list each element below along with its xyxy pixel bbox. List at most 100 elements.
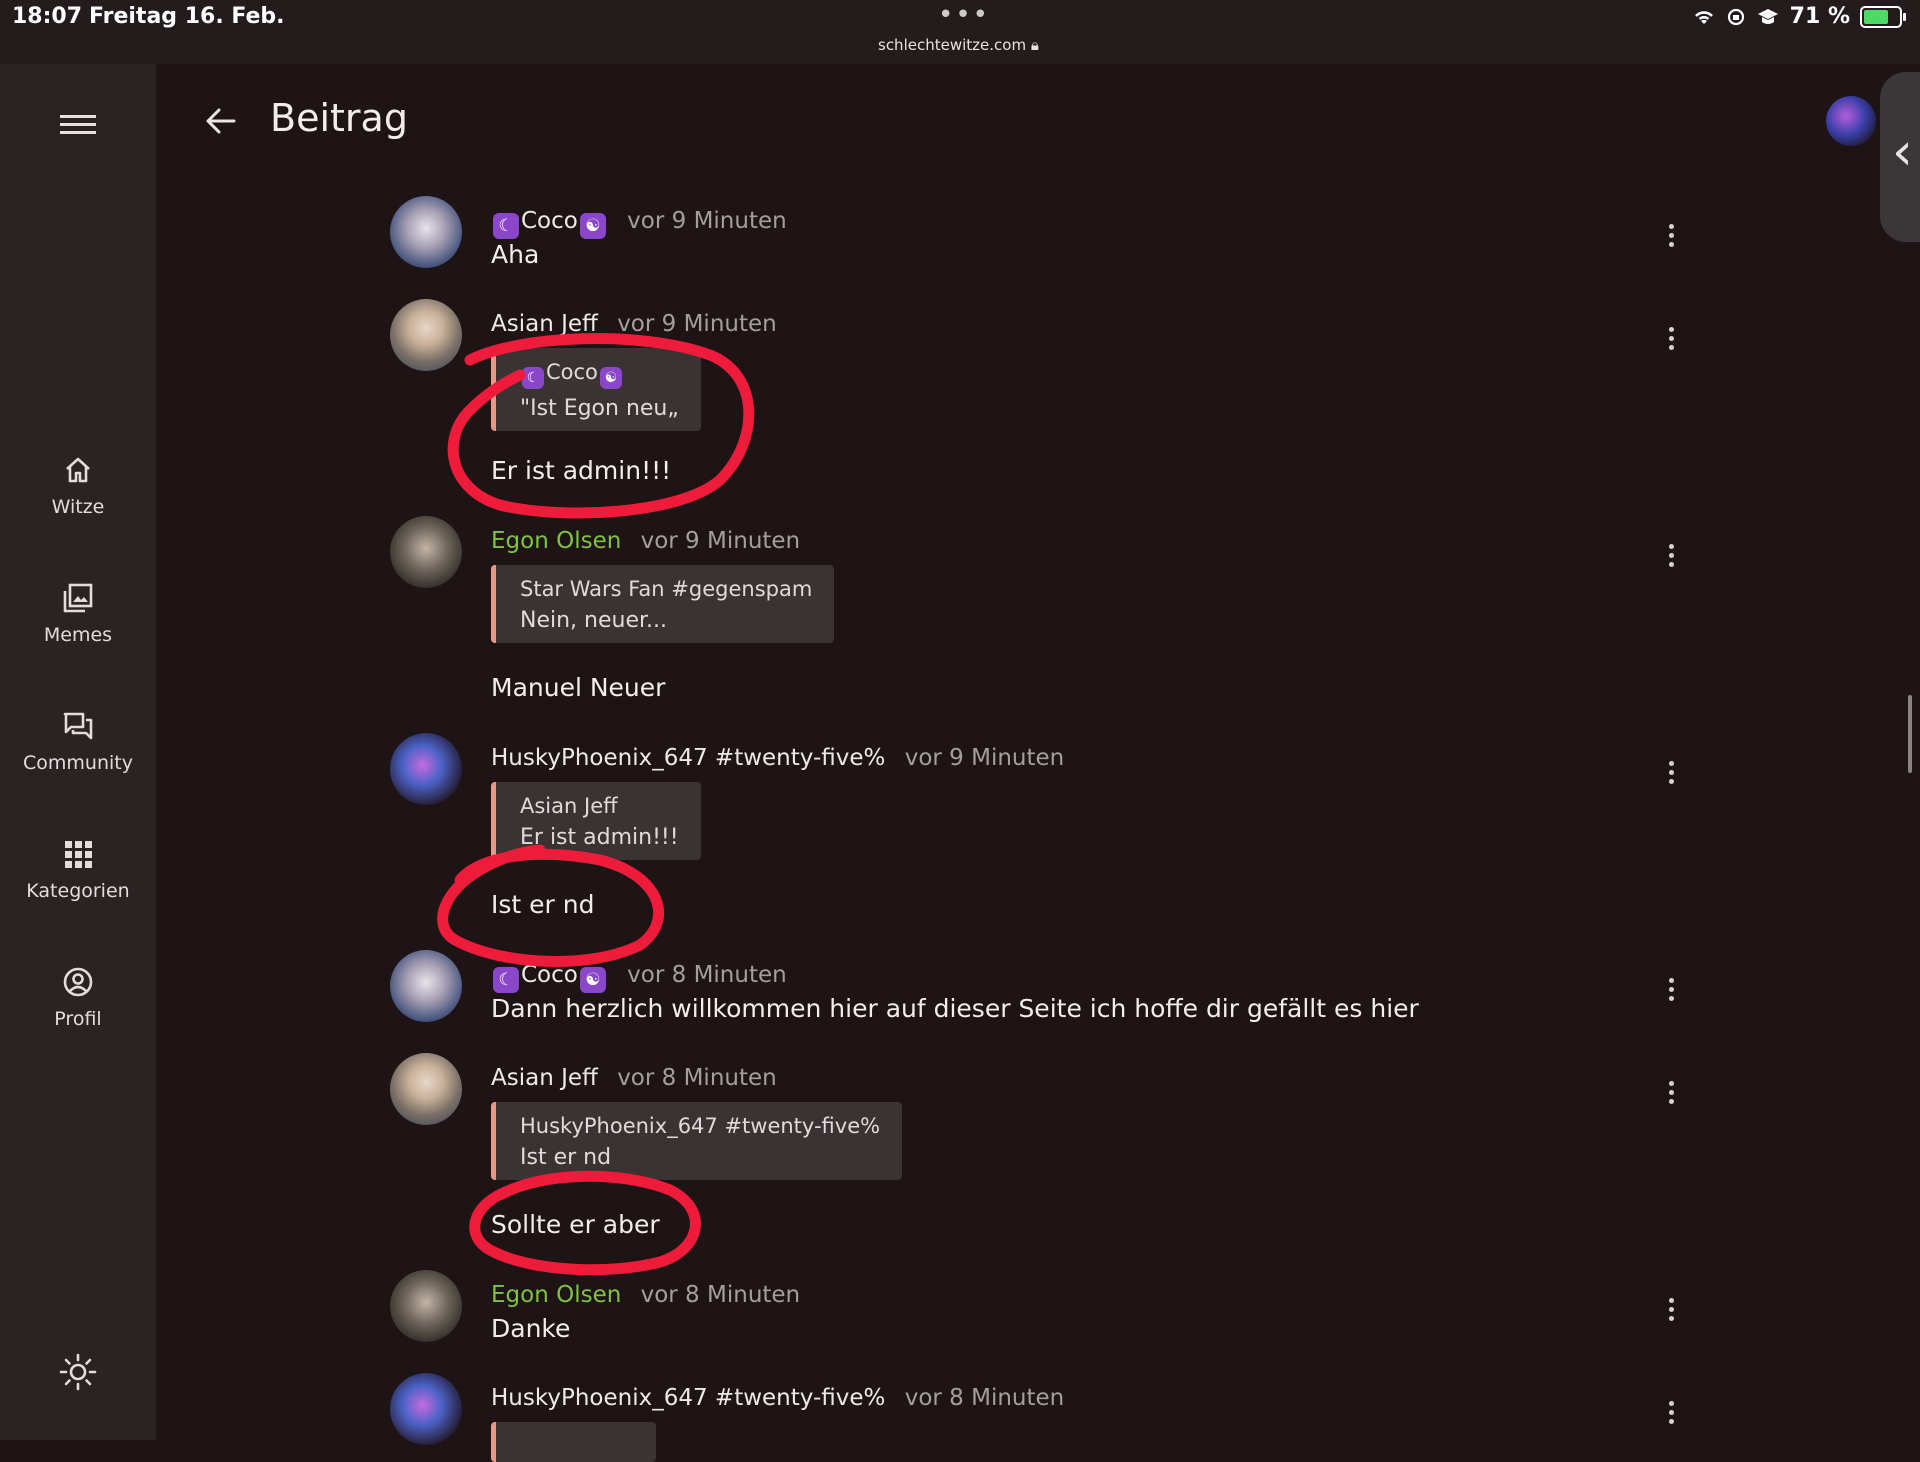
comment-text: Sollte er aber bbox=[491, 1210, 660, 1239]
quote-author: Asian Jeff bbox=[520, 794, 618, 818]
chevron-left-icon: ‹ bbox=[1892, 122, 1913, 182]
timestamp: vor 9 Minuten bbox=[640, 528, 801, 554]
avatar[interactable] bbox=[390, 733, 462, 805]
comment-text: Ist er nd bbox=[491, 890, 595, 919]
rotation-lock-icon bbox=[1727, 8, 1744, 25]
moon-badge-icon: ☾ bbox=[493, 967, 519, 993]
status-date: Freitag 16. Feb. bbox=[89, 4, 285, 29]
avatar[interactable] bbox=[390, 299, 462, 371]
comment-meta: HuskyPhoenix_647 #twenty-five% vor 8 Min… bbox=[491, 1385, 1064, 1411]
sidebar-item-witze[interactable]: Witze bbox=[0, 454, 156, 518]
comment-meta: Asian Jeff vor 8 Minuten bbox=[491, 1065, 777, 1091]
multitasking-dots-icon[interactable]: ••• bbox=[938, 0, 990, 30]
yin-yang-badge-icon: ☯ bbox=[599, 367, 622, 389]
sidebar-item-label: Community bbox=[23, 752, 133, 774]
timestamp: vor 8 Minuten bbox=[904, 1385, 1065, 1411]
quote-text: Nein, neuer... bbox=[520, 608, 667, 633]
side-panel-pull-tab[interactable]: ‹ bbox=[1880, 72, 1920, 242]
avatar[interactable] bbox=[390, 1270, 462, 1342]
timestamp: vor 8 Minuten bbox=[627, 962, 787, 988]
quoted-comment[interactable]: Star Wars Fan #gegenspam Nein, neuer... bbox=[491, 565, 835, 643]
avatar[interactable] bbox=[390, 950, 462, 1022]
quoted-comment[interactable] bbox=[491, 1422, 656, 1462]
quote-author: Star Wars Fan #gegenspam bbox=[520, 577, 813, 601]
avatar[interactable] bbox=[390, 1053, 462, 1125]
timestamp: vor 9 Minuten bbox=[904, 745, 1065, 771]
sidebar-item-community[interactable]: Community bbox=[0, 710, 156, 774]
comment-meta: ☾ Coco ☯ vor 8 Minuten bbox=[491, 962, 787, 993]
comment-text: Aha bbox=[491, 240, 540, 269]
page-title: Beitrag bbox=[270, 96, 408, 140]
author-name[interactable]: Coco bbox=[521, 208, 578, 234]
sidebar-item-kategorien[interactable]: Kategorien bbox=[0, 838, 156, 902]
avatar[interactable] bbox=[390, 1373, 462, 1445]
image-gallery-icon bbox=[63, 583, 93, 613]
status-icons: 71 % bbox=[1692, 4, 1906, 29]
author-name[interactable]: Asian Jeff bbox=[491, 311, 598, 337]
quote-author: HuskyPhoenix_647 #twenty-five% bbox=[520, 1114, 881, 1138]
sidebar: Witze Memes Community Kategorien Profil bbox=[0, 64, 156, 1440]
comment-text: Dann herzlich willkommen hier auf dieser… bbox=[491, 994, 1419, 1023]
quote-text: Er ist admin!!! bbox=[520, 825, 679, 850]
author-name[interactable]: Egon Olsen bbox=[491, 1282, 621, 1308]
author-name[interactable]: HuskyPhoenix_647 #twenty-five% bbox=[491, 745, 885, 771]
author-name[interactable]: Coco bbox=[521, 962, 578, 988]
scrollbar[interactable] bbox=[1908, 695, 1912, 773]
sidebar-item-label: Memes bbox=[43, 624, 113, 646]
battery-icon bbox=[1860, 5, 1906, 28]
comment-meta: Asian Jeff vor 9 Minuten bbox=[491, 311, 777, 337]
avatar[interactable] bbox=[390, 196, 462, 268]
more-options-icon[interactable] bbox=[1669, 1298, 1677, 1325]
comment-meta: Egon Olsen vor 8 Minuten bbox=[491, 1282, 800, 1308]
quoted-comment[interactable]: Asian Jeff Er ist admin!!! bbox=[491, 782, 701, 860]
red-annotation-circles bbox=[437, 333, 755, 1276]
quote-author: ☾ Coco ☯ bbox=[520, 360, 679, 389]
url-label[interactable]: schlechtewitze.com 🔒︎ bbox=[878, 36, 1039, 54]
quoted-comment[interactable]: HuskyPhoenix_647 #twenty-five% Ist er nd bbox=[491, 1102, 903, 1180]
author-name[interactable]: Egon Olsen bbox=[491, 528, 621, 554]
timestamp: vor 8 Minuten bbox=[640, 1282, 801, 1308]
more-options-icon[interactable] bbox=[1669, 1081, 1677, 1108]
status-bar: 18:07 Freitag 16. Feb. ••• schlechtewitz… bbox=[0, 0, 1920, 64]
sidebar-item-label: Witze bbox=[51, 496, 105, 518]
quoted-comment[interactable]: ☾ Coco ☯ "Ist Egon neu„ bbox=[491, 348, 701, 431]
mortarboard-icon bbox=[1757, 8, 1778, 24]
sidebar-item-memes[interactable]: Memes bbox=[0, 582, 156, 646]
sidebar-item-label: Kategorien bbox=[26, 880, 130, 902]
yin-yang-badge-icon: ☯ bbox=[579, 213, 606, 239]
moon-badge-icon: ☾ bbox=[493, 213, 519, 239]
comment-text: Danke bbox=[491, 1314, 571, 1343]
more-options-icon[interactable] bbox=[1669, 761, 1677, 788]
sidebar-item-label: Profil bbox=[54, 1008, 102, 1030]
comment-text: Manuel Neuer bbox=[491, 673, 666, 702]
author-name[interactable]: HuskyPhoenix_647 #twenty-five% bbox=[491, 1385, 885, 1411]
lock-icon: 🔒︎ bbox=[1030, 36, 1039, 54]
moon-badge-icon: ☾ bbox=[522, 367, 544, 389]
status-time: 18:07 bbox=[12, 4, 83, 29]
wifi-icon bbox=[1694, 10, 1713, 24]
comment-meta: ☾ Coco ☯ vor 9 Minuten bbox=[491, 208, 787, 239]
author-name[interactable]: Asian Jeff bbox=[491, 1065, 598, 1091]
sidebar-item-profil[interactable]: Profil bbox=[0, 966, 156, 1030]
avatar[interactable] bbox=[390, 516, 462, 588]
more-options-icon[interactable] bbox=[1669, 978, 1677, 1005]
battery-percent: 71 % bbox=[1789, 4, 1850, 29]
theme-toggle-sun-icon[interactable] bbox=[58, 1352, 98, 1392]
quote-text: "Ist Egon neu„ bbox=[520, 396, 679, 421]
user-avatar[interactable] bbox=[1826, 96, 1876, 146]
comment-meta: HuskyPhoenix_647 #twenty-five% vor 9 Min… bbox=[491, 745, 1064, 771]
user-circle-icon bbox=[63, 967, 93, 997]
more-options-icon[interactable] bbox=[1669, 327, 1677, 354]
home-icon bbox=[66, 457, 90, 483]
more-options-icon[interactable] bbox=[1669, 544, 1677, 571]
timestamp: vor 8 Minuten bbox=[617, 1065, 777, 1091]
more-options-icon[interactable] bbox=[1669, 224, 1677, 251]
back-arrow-icon[interactable] bbox=[204, 104, 238, 138]
more-options-icon[interactable] bbox=[1669, 1401, 1677, 1428]
grid-icon bbox=[65, 841, 92, 868]
quote-text: Ist er nd bbox=[520, 1145, 612, 1170]
yin-yang-badge-icon: ☯ bbox=[579, 967, 606, 993]
timestamp: vor 9 Minuten bbox=[617, 311, 777, 337]
hamburger-menu-icon[interactable] bbox=[60, 110, 96, 140]
timestamp: vor 9 Minuten bbox=[627, 208, 787, 234]
